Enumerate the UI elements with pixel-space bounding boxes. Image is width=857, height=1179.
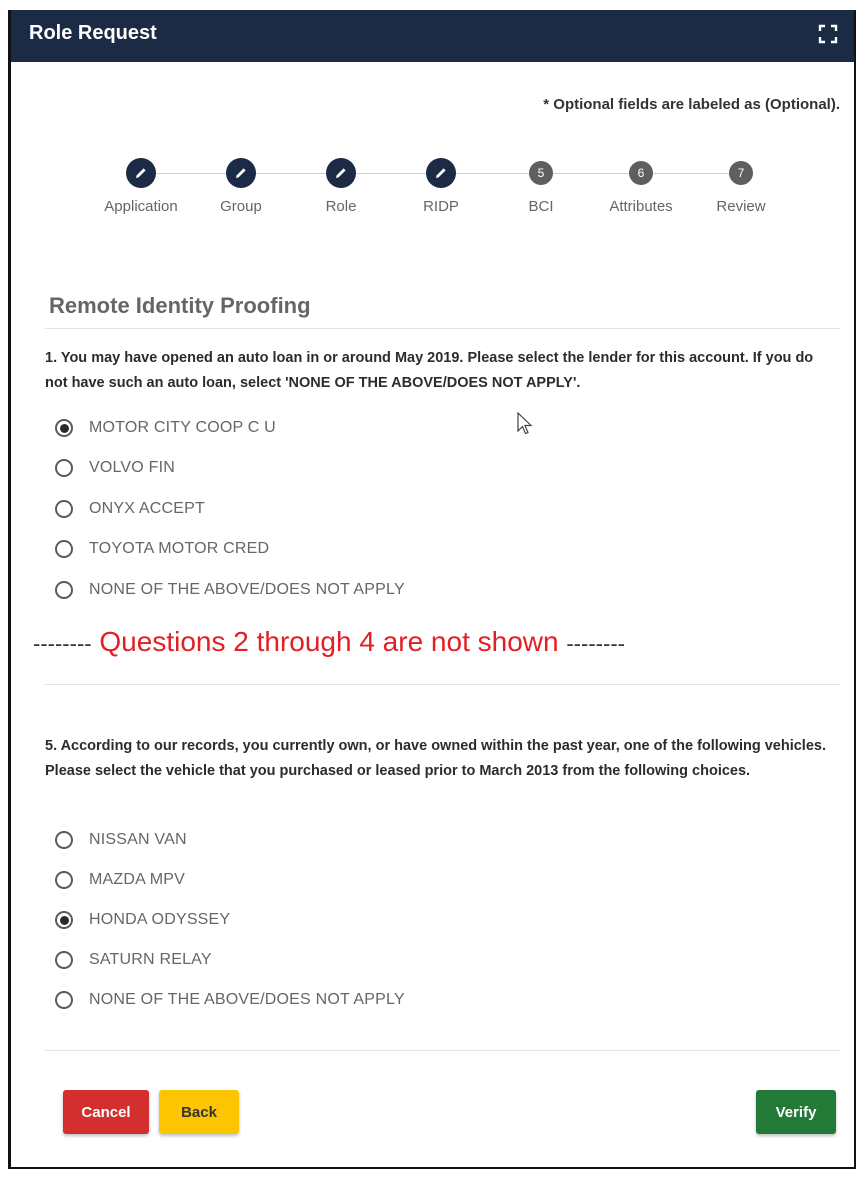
window-title: Role Request xyxy=(29,22,157,44)
step-role[interactable]: Role xyxy=(286,158,396,215)
title-bar: Role Request xyxy=(11,10,854,62)
verify-button[interactable]: Verify xyxy=(756,1090,836,1134)
option-label: HONDA ODYSSEY xyxy=(89,911,231,928)
progress-stepper: Application Group Role RIDP 5 BCI 6 Attr… xyxy=(81,158,801,238)
step-label: RIDP xyxy=(423,198,459,215)
radio-option-nissan-van[interactable]: NISSAN VAN xyxy=(55,828,187,852)
step-ridp[interactable]: RIDP xyxy=(386,158,496,215)
section-title: Remote Identity Proofing xyxy=(49,293,311,318)
option-label: MOTOR CITY COOP C U xyxy=(89,419,276,436)
mouse-cursor-icon xyxy=(517,412,533,435)
radio-option-onyx-accept[interactable]: ONYX ACCEPT xyxy=(55,497,205,521)
question-5-text: 5. According to our records, you current… xyxy=(45,738,826,779)
radio-option-mazda-mpv[interactable]: MAZDA MPV xyxy=(55,868,185,892)
option-label: MAZDA MPV xyxy=(89,871,186,888)
radio-button[interactable] xyxy=(55,871,73,889)
pencil-icon xyxy=(326,158,356,188)
divider xyxy=(45,684,840,685)
option-label: VOLVO FIN xyxy=(89,459,175,476)
radio-option-saturn-relay[interactable]: SATURN RELAY xyxy=(55,948,212,972)
radio-option-honda-odyssey[interactable]: HONDA ODYSSEY xyxy=(55,908,230,932)
step-application[interactable]: Application xyxy=(86,158,196,215)
step-group[interactable]: Group xyxy=(186,158,296,215)
option-label: NONE OF THE ABOVE/DOES NOT APPLY xyxy=(89,581,405,598)
annotation-dashes-left: -------- xyxy=(33,631,92,656)
step-number: 7 xyxy=(729,161,753,185)
step-label: Attributes xyxy=(609,198,673,215)
radio-button[interactable] xyxy=(55,911,73,929)
option-label: TOYOTA MOTOR CRED xyxy=(89,540,270,557)
step-label: Application xyxy=(104,198,178,215)
cancel-button[interactable]: Cancel xyxy=(63,1090,149,1134)
pencil-icon xyxy=(126,158,156,188)
pencil-icon xyxy=(426,158,456,188)
divider xyxy=(45,328,840,329)
radio-button[interactable] xyxy=(55,500,73,518)
option-label: NONE OF THE ABOVE/DOES NOT APPLY xyxy=(89,991,405,1008)
back-button[interactable]: Back xyxy=(159,1090,239,1134)
radio-button[interactable] xyxy=(55,581,73,599)
role-request-window: Role Request * Optional fields are label… xyxy=(8,10,856,1169)
step-review: 7 Review xyxy=(686,158,796,215)
radio-option-none-q5[interactable]: NONE OF THE ABOVE/DOES NOT APPLY xyxy=(55,988,405,1012)
annotation-text: Questions 2 through 4 are not shown xyxy=(99,626,559,657)
radio-button[interactable] xyxy=(55,459,73,477)
radio-button[interactable] xyxy=(55,991,73,1009)
radio-option-volvo-fin[interactable]: VOLVO FIN xyxy=(55,456,175,480)
radio-button[interactable] xyxy=(55,540,73,558)
radio-button[interactable] xyxy=(55,831,73,849)
radio-button[interactable] xyxy=(55,419,73,437)
optional-fields-note: * Optional fields are labeled as (Option… xyxy=(543,96,840,113)
question-1-text: 1. You may have opened an auto loan in o… xyxy=(45,350,814,391)
fullscreen-icon[interactable] xyxy=(818,24,838,44)
step-bci: 5 BCI xyxy=(486,158,596,215)
radio-option-motor-city[interactable]: MOTOR CITY COOP C U xyxy=(55,416,276,440)
step-label: BCI xyxy=(528,198,554,215)
step-label: Role xyxy=(325,198,357,215)
option-label: ONYX ACCEPT xyxy=(89,500,206,517)
annotation-dashes-right: -------- xyxy=(566,631,625,656)
step-label: Group xyxy=(220,198,262,215)
step-label: Review xyxy=(716,198,766,215)
questions-hidden-annotation: -------- Questions 2 through 4 are not s… xyxy=(33,626,625,658)
step-number: 6 xyxy=(629,161,653,185)
pencil-icon xyxy=(226,158,256,188)
divider xyxy=(45,1050,840,1051)
option-label: NISSAN VAN xyxy=(89,831,187,848)
radio-button[interactable] xyxy=(55,951,73,969)
radio-option-toyota[interactable]: TOYOTA MOTOR CRED xyxy=(55,537,269,561)
option-label: SATURN RELAY xyxy=(89,951,212,968)
radio-option-none-q1[interactable]: NONE OF THE ABOVE/DOES NOT APPLY xyxy=(55,578,405,602)
step-attributes: 6 Attributes xyxy=(586,158,696,215)
step-number: 5 xyxy=(529,161,553,185)
